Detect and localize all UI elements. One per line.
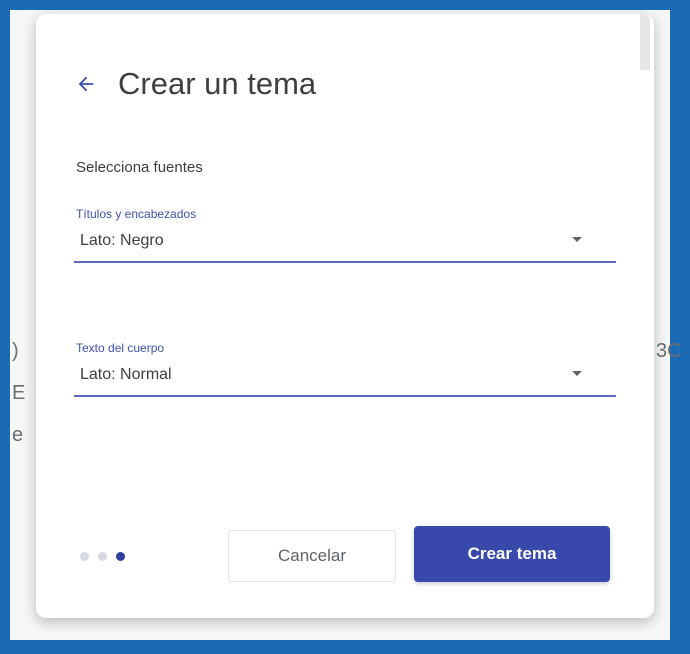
headings-font-select[interactable]: Lato: Negro [74, 221, 616, 263]
dialog-title: Crear un tema [118, 66, 317, 101]
body-font-field: Texto del cuerpo Lato: Normal [74, 341, 616, 397]
headings-font-label: Títulos y encabezados [76, 207, 197, 221]
step-indicator [80, 552, 125, 561]
headings-font-field: Títulos y encabezados Lato: Negro [74, 207, 616, 263]
create-theme-button[interactable]: Crear tema [414, 526, 610, 582]
arrow-left-icon[interactable] [74, 72, 98, 96]
step-dot-active [116, 552, 125, 561]
step-dot [80, 552, 89, 561]
body-font-label: Texto del cuerpo [76, 341, 165, 355]
cancel-button[interactable]: Cancelar [228, 530, 396, 582]
select-fonts-label: Selecciona fuentes [76, 159, 203, 176]
headings-font-value: Lato: Negro [80, 232, 164, 249]
background-text-fragment: 3C [656, 340, 682, 362]
dialog-header: Crear un tema [74, 66, 316, 102]
background-text-fragment: E [12, 382, 26, 404]
step-dot [98, 552, 107, 561]
body-font-value: Lato: Normal [80, 366, 172, 383]
create-theme-dialog: Crear un tema Selecciona fuentes Títulos… [36, 14, 654, 618]
background-text-fragment: ) [12, 340, 19, 362]
background-text-fragment: e [12, 424, 24, 446]
caret-down-icon [572, 237, 582, 242]
body-font-select[interactable]: Lato: Normal [74, 355, 616, 397]
caret-down-icon [572, 371, 582, 376]
screen-frame: ) E e 3C Crear un tema Selecciona fuente… [0, 0, 690, 654]
dialog-scrollbar[interactable] [640, 14, 650, 70]
